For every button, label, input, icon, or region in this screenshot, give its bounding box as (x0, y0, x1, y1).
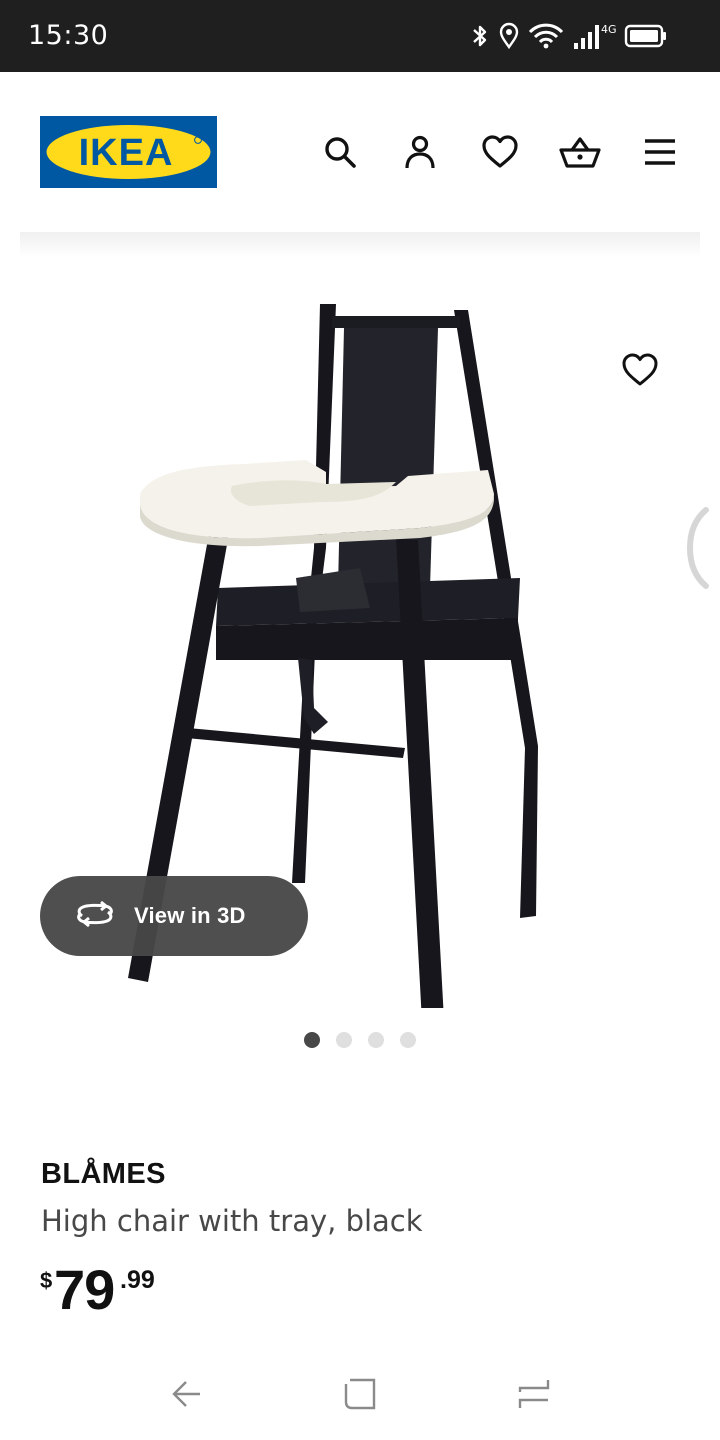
rotate-3d-icon (74, 899, 116, 934)
price-currency: $ (40, 1268, 53, 1293)
back-icon[interactable] (162, 1372, 210, 1416)
product-gallery[interactable]: View in 3D (0, 258, 720, 1058)
pagination-dot-3[interactable] (368, 1032, 384, 1048)
status-time: 15:30 (28, 20, 109, 51)
price-decimal: .99 (120, 1266, 155, 1294)
battery-icon (624, 23, 668, 49)
status-icons: 4G (470, 18, 668, 54)
price-integer: 79 (54, 1258, 115, 1321)
heart-icon[interactable] (478, 130, 522, 174)
network-type: 4G (601, 23, 616, 36)
ikea-logo[interactable]: IKEA (40, 116, 217, 188)
home-icon[interactable] (336, 1372, 384, 1416)
logo-text: IKEA (79, 132, 174, 174)
header-shadow (20, 232, 700, 258)
edge-panel-handle[interactable] (686, 506, 710, 590)
menu-icon[interactable] (638, 130, 682, 174)
view-in-3d-label: View in 3D (134, 903, 246, 928)
wifi-icon (528, 22, 564, 50)
gallery-pagination (304, 1032, 416, 1048)
view-in-3d-button[interactable]: View in 3D (40, 876, 308, 956)
pagination-dot-4[interactable] (400, 1032, 416, 1048)
product-favorite-icon[interactable] (616, 346, 664, 394)
product-description: High chair with tray, black (41, 1204, 423, 1238)
basket-icon[interactable] (558, 130, 602, 174)
recents-icon[interactable] (510, 1372, 558, 1416)
profile-icon[interactable] (398, 130, 442, 174)
product-name: BLÅMES (41, 1158, 166, 1190)
system-nav-bar (0, 1346, 720, 1440)
location-icon (498, 22, 520, 50)
pagination-dot-1[interactable] (304, 1032, 320, 1048)
site-header: IKEA (0, 72, 720, 232)
search-icon[interactable] (318, 130, 362, 174)
bluetooth-icon (470, 22, 490, 50)
pagination-dot-2[interactable] (336, 1032, 352, 1048)
signal-icon: 4G (572, 21, 616, 51)
status-bar: 15:30 4G (0, 0, 720, 72)
